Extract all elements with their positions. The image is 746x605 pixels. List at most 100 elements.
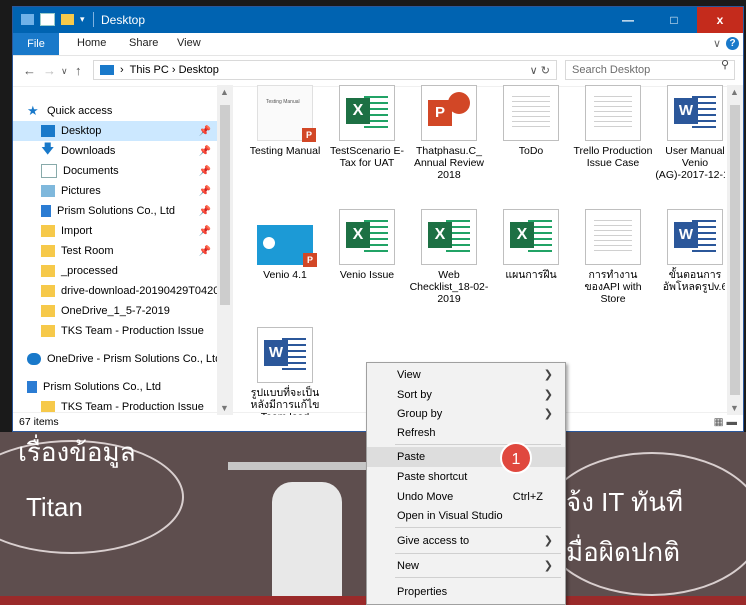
- menu-separator: [395, 553, 561, 554]
- tab-share[interactable]: Share: [129, 37, 158, 49]
- scroll-up-icon[interactable]: ▲: [730, 87, 739, 97]
- customize-toolbar-icon[interactable]: ▾: [80, 14, 85, 25]
- menu-item-sort-by[interactable]: Sort by ❯: [367, 385, 565, 405]
- building-icon: [27, 381, 37, 393]
- content-scrollbar[interactable]: ▲ ▼: [727, 85, 743, 415]
- file-item[interactable]: แผนการฝึน: [491, 209, 571, 281]
- submenu-arrow-icon: ❯: [543, 535, 553, 547]
- search-icon[interactable]: ⚲: [721, 58, 737, 71]
- menu-label: Properties: [397, 586, 448, 598]
- new-folder-icon[interactable]: [61, 14, 74, 25]
- recent-locations-icon[interactable]: ∨: [61, 66, 68, 77]
- word-icon: [257, 327, 313, 383]
- file-item[interactable]: ขั้นตอนการอัพโหลดรูปv.6: [655, 209, 725, 293]
- menu-label: Paste: [397, 451, 426, 463]
- nav-onedrive-folder[interactable]: OneDrive_1_5-7-2019: [13, 301, 217, 321]
- close-button[interactable]: x: [697, 7, 743, 33]
- file-item[interactable]: Web Checklist_18-02-2019: [409, 209, 489, 305]
- nav-import[interactable]: Import 📌: [13, 221, 217, 241]
- nav-quick-access[interactable]: ★ Quick access: [13, 101, 217, 121]
- file-item[interactable]: TestScenario E-Tax for UAT: [327, 85, 407, 169]
- pin-icon: 📌: [198, 185, 211, 197]
- menu-item-paste[interactable]: Paste: [367, 447, 565, 467]
- menu-item-paste-shortcut[interactable]: Paste shortcut: [367, 467, 565, 487]
- file-item[interactable]: ToDo: [491, 85, 571, 157]
- back-icon[interactable]: ←: [23, 63, 36, 78]
- view-mode-icons[interactable]: ▦ ▬: [714, 416, 737, 428]
- address-box[interactable]: › This PC › Desktop ∨ ↻: [93, 60, 557, 80]
- menu-item-new[interactable]: New ❯: [367, 556, 565, 576]
- file-item[interactable]: การทำงานของAPI with Store: [573, 209, 653, 305]
- minimize-button[interactable]: —: [605, 7, 651, 33]
- folder-icon: [41, 285, 55, 297]
- submenu-arrow-icon: ❯: [543, 369, 553, 381]
- nav-scrollbar[interactable]: ▲ ▼: [217, 85, 233, 415]
- menu-item-open-visual-studio[interactable]: Open in Visual Studio: [367, 506, 565, 526]
- menu-item-give-access[interactable]: Give access to ❯: [367, 531, 565, 551]
- wallpaper-text-3: จ้ง IT ทันที: [566, 487, 684, 517]
- excel-icon: [503, 209, 559, 265]
- folder-icon: [41, 245, 55, 257]
- menu-item-undo-move[interactable]: Undo Move Ctrl+Z: [367, 487, 565, 507]
- this-pc-icon: [100, 65, 114, 75]
- menu-item-properties[interactable]: Properties: [367, 582, 565, 602]
- item-count: 67 items: [19, 416, 59, 428]
- folder-icon: [41, 325, 55, 337]
- wallpaper-bubble-right: [540, 452, 746, 596]
- nav-label: drive-download-20190429T042044: [61, 285, 217, 297]
- up-icon[interactable]: ↑: [75, 63, 82, 78]
- file-item[interactable]: User Manual Venio (AG)-2017-12-12: [655, 85, 725, 181]
- help-icon[interactable]: ?: [726, 37, 739, 50]
- file-item[interactable]: P Venio 4.1: [245, 209, 325, 281]
- pin-icon: 📌: [198, 225, 211, 237]
- properties-icon[interactable]: [40, 13, 55, 26]
- menu-item-view[interactable]: View ❯: [367, 365, 565, 385]
- forward-icon[interactable]: →: [43, 63, 56, 78]
- search-input[interactable]: Search Desktop: [565, 60, 735, 80]
- tab-view[interactable]: View: [177, 37, 201, 49]
- nav-tks-team[interactable]: TKS Team - Production Issue: [13, 321, 217, 341]
- nav-downloads[interactable]: 🡇 Downloads 📌: [13, 141, 217, 161]
- wallpaper-laptop: [228, 462, 388, 470]
- window-title: Desktop: [101, 13, 146, 27]
- menu-item-refresh[interactable]: Refresh: [367, 423, 565, 443]
- nav-drive-download[interactable]: drive-download-20190429T042044: [13, 281, 217, 301]
- nav-scrollbar-thumb[interactable]: [220, 105, 230, 305]
- content-scrollbar-thumb[interactable]: [730, 105, 740, 395]
- menu-item-group-by[interactable]: Group by ❯: [367, 404, 565, 424]
- file-item[interactable]: Testing Manual P Testing Manual: [245, 85, 325, 157]
- nav-prism-solutions-2[interactable]: Prism Solutions Co., Ltd: [13, 377, 217, 397]
- file-item[interactable]: รูปแบบที่จะเป็นหลังมีการแก้ไข Team lead: [245, 327, 325, 415]
- nav-prism-solutions[interactable]: Prism Solutions Co., Ltd 📌: [13, 201, 217, 221]
- file-item[interactable]: Venio Issue: [327, 209, 407, 281]
- nav-desktop[interactable]: Desktop 📌: [13, 121, 217, 141]
- maximize-button[interactable]: □: [651, 7, 697, 33]
- file-name: Thatphasu.C_ Annual Review 2018: [413, 145, 485, 181]
- expand-ribbon-icon[interactable]: ∨: [713, 37, 721, 50]
- refresh-icon[interactable]: ∨ ↻: [530, 64, 550, 77]
- nav-pictures[interactable]: Pictures 📌: [13, 181, 217, 201]
- file-item[interactable]: Thatphasu.C_ Annual Review 2018: [409, 85, 489, 181]
- tab-file[interactable]: File: [13, 33, 59, 55]
- presentation-thumbnail: Testing Manual P: [257, 85, 316, 142]
- file-item[interactable]: Trello Production Issue Case: [573, 85, 653, 169]
- excel-icon: [339, 85, 395, 141]
- quick-access-toolbar: ▾: [21, 13, 85, 26]
- breadcrumb[interactable]: This PC › Desktop: [130, 64, 219, 76]
- scroll-up-icon[interactable]: ▲: [220, 87, 229, 97]
- menu-separator: [395, 527, 561, 528]
- desktop-icon: [41, 125, 55, 137]
- window-icon: [21, 14, 34, 25]
- nav-documents[interactable]: Documents 📌: [13, 161, 217, 181]
- title-bar[interactable]: ▾ Desktop — □ x: [13, 7, 743, 33]
- tab-home[interactable]: Home: [77, 37, 106, 49]
- submenu-arrow-icon: ❯: [543, 560, 553, 572]
- nav-test-room[interactable]: Test Room 📌: [13, 241, 217, 261]
- file-name: การทำงานของAPI with Store: [584, 269, 642, 305]
- breadcrumb-separator[interactable]: ›: [120, 64, 124, 76]
- pin-icon: 📌: [198, 165, 211, 177]
- word-icon: [667, 209, 723, 265]
- excel-icon: [339, 209, 395, 265]
- nav-processed[interactable]: _processed: [13, 261, 217, 281]
- nav-onedrive[interactable]: OneDrive - Prism Solutions Co., Ltd: [13, 349, 217, 369]
